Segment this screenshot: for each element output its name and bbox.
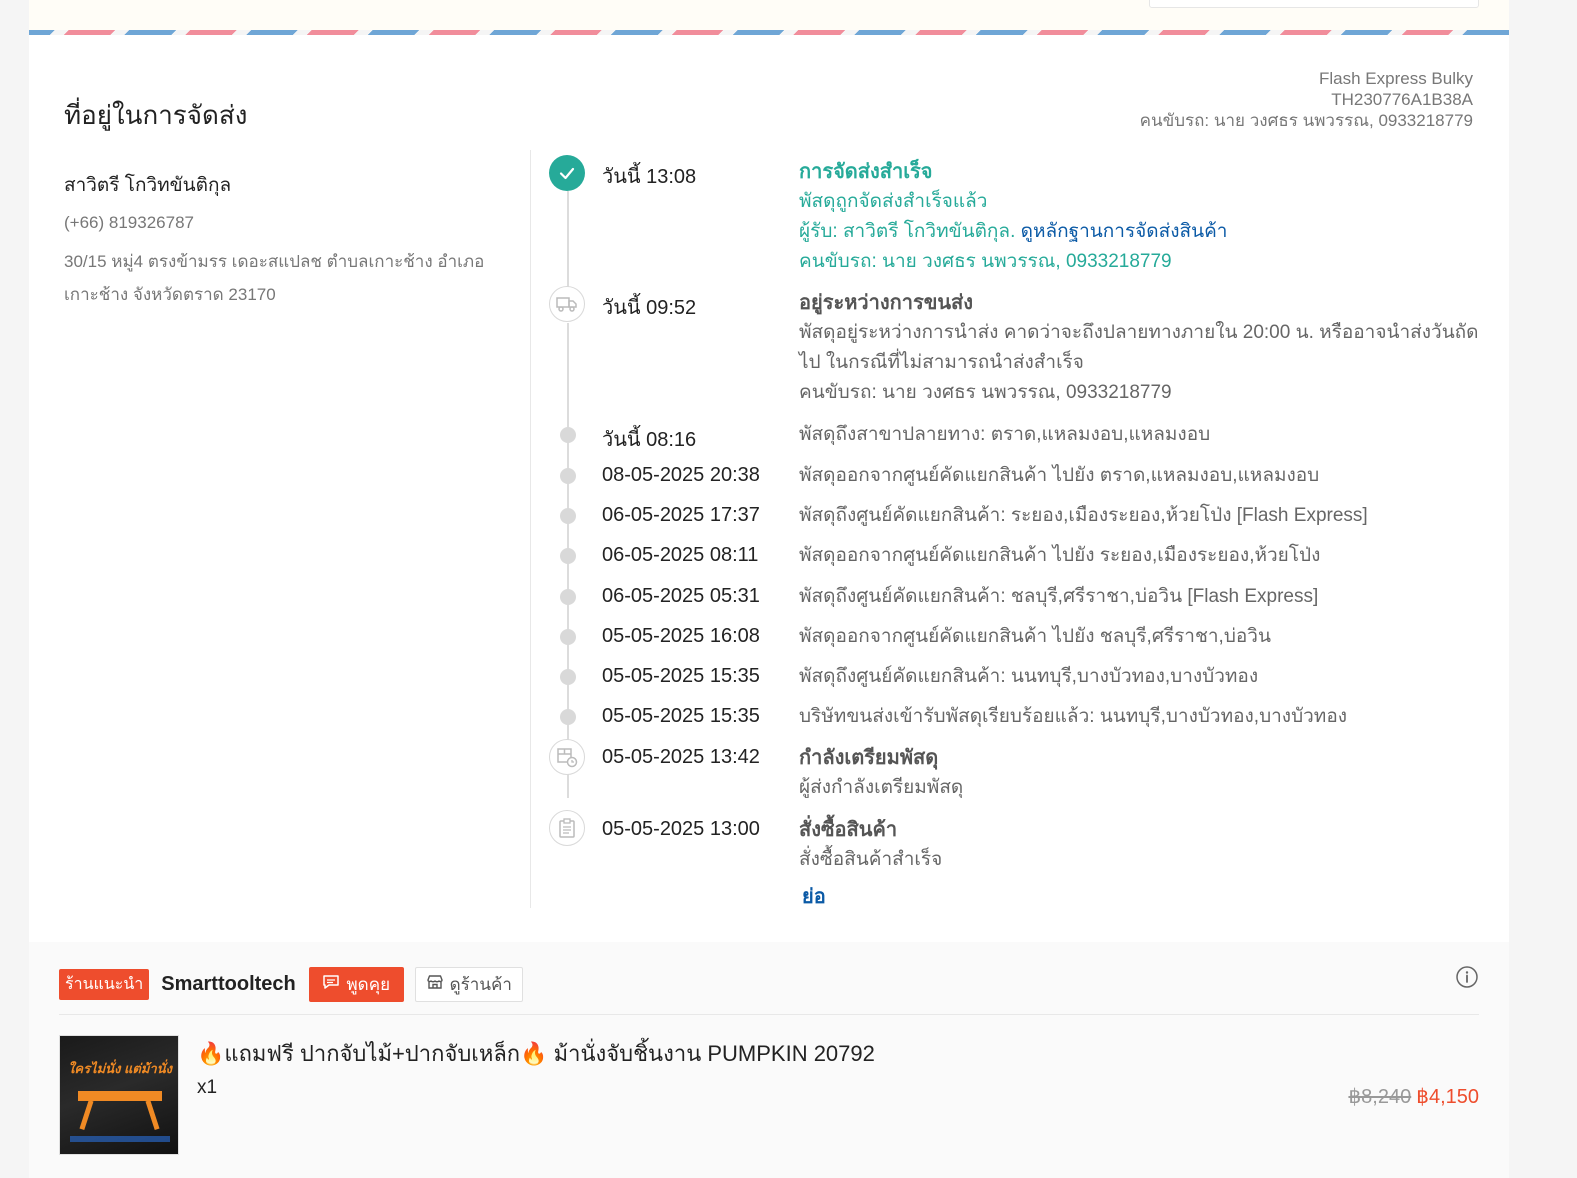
event-text: พัสดุออกจากศูนย์คัดแยกสินค้า ไปยัง ชลบุร… [799, 626, 1271, 647]
event-text: พัสดุถึงศูนย์คัดแยกสินค้า: ชลบุรี,ศรีราช… [799, 586, 1319, 607]
timeline-dot [560, 508, 576, 524]
event-time: 05-05-2025 13:42 [602, 746, 760, 768]
event-text: พัสดุถึงศูนย์คัดแยกสินค้า: นนทบุรี,บางบั… [799, 666, 1259, 687]
product-title[interactable]: 🔥แถมฟรี ปากจับไม้+ปากจับเหล็ก🔥 ม้านั่งจั… [197, 1036, 875, 1071]
event-recipient: ผู้รับ: สาวิตรี โกวิทขันติกุล. [799, 221, 1016, 242]
event-driver: คนขับรถ: นาย วงศธร นพวรรณ, 0933218779 [799, 251, 1172, 272]
thumbnail-base-shape [70, 1136, 170, 1142]
event-content: สั่งซื้อสินค้า สั่งซื้อสินค้าสำเร็จ [799, 815, 1479, 875]
shop-icon [426, 974, 444, 995]
collapse-link[interactable]: ย่อ [802, 880, 826, 912]
preferred-badge: ร้านแนะนำ [59, 969, 150, 1000]
page-title: ที่อยู่ในการจัดส่ง [64, 100, 248, 130]
event-detail: พัสดุอยู่ระหว่างการนำส่ง คาดว่าจะถึงปลาย… [799, 322, 1479, 373]
event-detail: สั่งซื้อสินค้าสำเร็จ [799, 849, 943, 870]
chat-icon [322, 974, 340, 995]
thumbnail-bench-leg [145, 1099, 160, 1131]
event-time: 05-05-2025 13:00 [602, 818, 760, 840]
event-title: กำลังเตรียมพัสดุ [799, 747, 939, 769]
event-text: บริษัทขนส่งเข้ารับพัสดุเรียบร้อยแล้ว: นน… [799, 706, 1348, 727]
shop-divider [59, 1014, 1479, 1015]
event-time: 08-05-2025 20:38 [602, 464, 760, 486]
product-thumbnail[interactable]: ใครไม่นั่ง แต่ม้านั่ง [59, 1035, 179, 1155]
view-shop-label: ดูร้านค้า [449, 975, 512, 994]
timeline-dot [560, 669, 576, 685]
event-recipient-line: ผู้รับ: สาวิตรี โกวิทขันติกุล. ดูหลักฐาน… [799, 217, 1479, 247]
shop-card: ร้านแนะนำ Smarttooltech พูดคุย ดูร้านค้า… [29, 942, 1509, 1178]
event-time: 06-05-2025 17:37 [602, 504, 760, 526]
event-title: อยู่ระหว่างการขนส่ง [799, 292, 974, 314]
tracking-number: TH230776A1B38A [1331, 90, 1473, 109]
event-detail: ผู้ส่งกำลังเตรียมพัสดุ [799, 777, 964, 798]
delivery-proof-link[interactable]: ดูหลักฐานการจัดส่งสินค้า [1021, 221, 1228, 242]
event-content: การจัดส่งสำเร็จ พัสดุถูกจัดส่งสำเร็จแล้ว… [799, 157, 1479, 277]
truck-icon [549, 286, 585, 322]
shop-name[interactable]: Smarttooltech [161, 973, 295, 996]
price-current: ฿4,150 [1416, 1086, 1479, 1108]
event-time: 06-05-2025 08:11 [602, 544, 759, 566]
event-text: พัสดุออกจากศูนย์คัดแยกสินค้า ไปยัง ตราด,… [799, 465, 1320, 486]
event-content: กำลังเตรียมพัสดุ ผู้ส่งกำลังเตรียมพัสดุ [799, 743, 1479, 803]
thumbnail-banner-text: ใครไม่นั่ง แต่ม้านั่ง [68, 1061, 172, 1076]
shipping-card: ที่อยู่ในการจัดส่ง Flash Express Bulky T… [29, 35, 1509, 942]
carrier-info: Flash Express Bulky TH230776A1B38A คนขับ… [1140, 68, 1473, 131]
event-title: สั่งซื้อสินค้า [799, 819, 898, 841]
timeline-dot [560, 589, 576, 605]
check-icon [549, 155, 585, 191]
chat-button[interactable]: พูดคุย [308, 967, 404, 1002]
top-search-box[interactable] [1149, 0, 1479, 8]
carrier-name: Flash Express Bulky [1319, 69, 1473, 88]
event-text: พัสดุออกจากศูนย์คัดแยกสินค้า ไปยัง ระยอง… [799, 545, 1321, 566]
timeline-line [567, 191, 569, 291]
price-original: ฿8,240 [1348, 1086, 1412, 1108]
timeline-dot [560, 709, 576, 725]
product-quantity: x1 [197, 1077, 218, 1098]
event-detail: พัสดุถูกจัดส่งสำเร็จแล้ว [799, 191, 988, 212]
timeline-dot [560, 548, 576, 564]
vertical-divider [530, 150, 531, 908]
clipboard-icon [549, 810, 585, 846]
product-price: ฿8,240 ฿4,150 [1348, 1084, 1479, 1109]
event-time: 05-05-2025 15:35 [602, 665, 760, 687]
event-time: วันนี้ 08:16 [602, 429, 697, 451]
event-time: 06-05-2025 05:31 [602, 585, 760, 607]
event-driver: คนขับรถ: นาย วงศธร นพวรรณ, 0933218779 [799, 382, 1172, 403]
chat-label: พูดคุย [346, 975, 391, 994]
recipient-phone: (+66) 819326787 [64, 213, 194, 232]
event-time: 05-05-2025 15:35 [602, 705, 760, 727]
timeline-dot [560, 629, 576, 645]
event-time: วันนี้ 09:52 [602, 297, 697, 319]
recipient-name: สาวิตรี โกวิทขันติกุล [64, 175, 232, 196]
package-clock-icon [549, 739, 585, 775]
top-strip [29, 0, 1509, 30]
event-text: พัสดุถึงสาขาปลายทาง: ตราด,แหลมงอบ,แหลมงอ… [799, 424, 1211, 445]
view-shop-button[interactable]: ดูร้านค้า [414, 967, 523, 1002]
event-content: อยู่ระหว่างการขนส่ง พัสดุอยู่ระหว่างการน… [799, 288, 1479, 408]
timeline-dot [560, 427, 576, 443]
thumbnail-bench-leg [79, 1099, 94, 1131]
driver-info: คนขับรถ: นาย วงศธร นพวรรณ, 0933218779 [1139, 111, 1473, 130]
event-text: พัสดุถึงศูนย์คัดแยกสินค้า: ระยอง,เมืองระ… [799, 505, 1368, 526]
info-icon[interactable] [1455, 965, 1479, 994]
event-title: การจัดส่งสำเร็จ [799, 161, 933, 183]
event-time: วันนี้ 13:08 [602, 166, 697, 188]
timeline-dot [560, 468, 576, 484]
recipient-address: 30/15 หมู่4 ตรงข้ามรร เดอะสแปลช ตำบลเกาะ… [64, 252, 485, 304]
event-time: 05-05-2025 16:08 [602, 625, 760, 647]
shop-header: ร้านแนะนำ Smarttooltech พูดคุย ดูร้านค้า [59, 967, 523, 1002]
